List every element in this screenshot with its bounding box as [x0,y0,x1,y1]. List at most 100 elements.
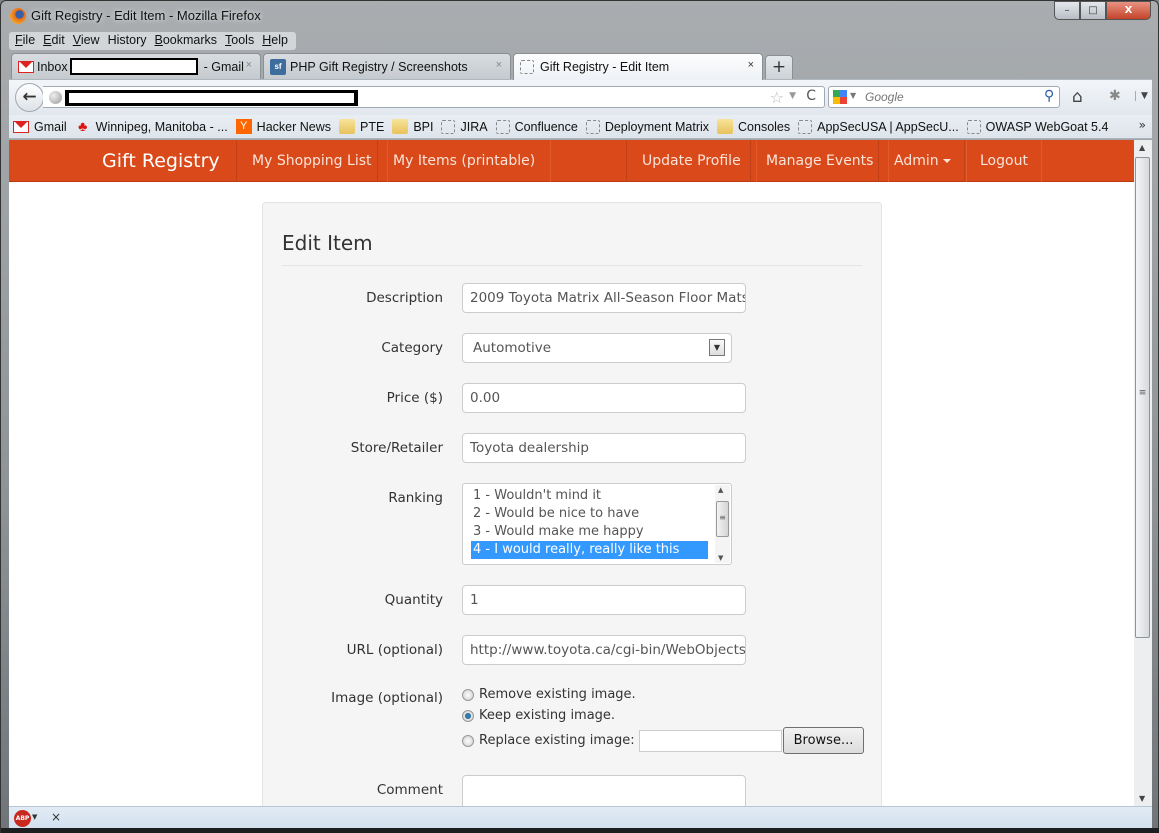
scroll-thumb[interactable]: ≡ [1135,157,1150,638]
tab-close-icon[interactable]: × [246,59,252,71]
bookmark-label: BPI [413,119,434,134]
nav-update-profile[interactable]: Update Profile [626,140,757,182]
gmail-icon [13,120,29,133]
bookmark-gmail[interactable]: Gmail [13,120,67,134]
redacted-email [69,58,198,75]
tab-screenshots[interactable]: sf PHP Gift Registry / Screenshots × [263,53,511,79]
dropdown-arrow-icon[interactable]: ▼ [709,339,725,356]
toolbar-menu-icon[interactable]: ▼ [1135,91,1148,101]
nav-admin-dropdown[interactable]: Admin [878,140,967,182]
remove-image-option[interactable]: Remove existing image. [462,687,636,702]
comment-label: Comment [376,782,443,798]
bookmark-folder-consoles[interactable]: Consoles [717,119,790,134]
bookmark-folder-pte[interactable]: PTE [339,119,384,134]
radio-button[interactable] [462,688,474,701]
nav-my-shopping-list[interactable]: My Shopping List [236,140,388,182]
adblock-dropdown-icon[interactable]: ▼ [32,813,37,821]
ranking-option-selected[interactable]: 4 - I would really, really like this [471,541,708,559]
reload-icon[interactable]: C [806,88,816,104]
bookmark-confluence[interactable]: Confluence [495,119,578,134]
category-select[interactable]: Automotive ▼ [462,333,732,363]
replace-image-option[interactable]: Replace existing image: Browse... [462,727,865,754]
url-history-dropdown-icon[interactable]: ▼ [789,91,796,101]
menu-tools[interactable]: Tools [222,32,259,50]
bookmark-folder-bpi[interactable]: BPI [392,119,433,134]
close-addon-bar-icon[interactable]: × [51,810,61,824]
addon-bar: ABP ▼ × [9,806,1152,828]
store-input[interactable]: Toyota dealership [462,433,746,463]
comment-textarea[interactable] [462,775,746,806]
bookmark-label: PTE [360,119,385,134]
tab-edit-item[interactable]: Gift Registry - Edit Item × [513,53,763,80]
nav-my-items[interactable]: My Items (printable) [377,140,552,182]
scroll-up-icon[interactable]: ▲ [718,486,723,494]
bookmark-winnipeg[interactable]: ♣ Winnipeg, Manitoba - ... [75,119,228,134]
category-label: Category [381,340,443,356]
description-input[interactable]: 2009 Toyota Matrix All-Season Floor Mats [462,283,746,313]
menu-help[interactable]: Help [259,32,293,50]
engine-dropdown-icon[interactable]: ▼ [850,91,856,100]
menu-bookmarks[interactable]: Bookmarks [152,32,223,50]
tab-strip: Inbox - Gmail × sf PHP Gift Registry / S… [11,53,793,80]
bookmark-webgoat[interactable]: OWASP WebGoat 5.4 [966,119,1108,134]
bookmarks-toolbar: Gmail ♣ Winnipeg, Manitoba - ... Y Hacker … [9,115,1152,139]
back-button[interactable]: ← [15,83,44,112]
nav-logout[interactable]: Logout [964,140,1042,182]
adblock-plus-icon[interactable]: ABP [14,810,31,827]
close-window-button[interactable]: X [1106,1,1151,20]
ranking-option[interactable]: 1 - Wouldn't mind it [471,487,708,505]
keep-image-option[interactable]: Keep existing image. [462,708,615,723]
ranking-option[interactable]: 3 - Would make me happy [471,523,708,541]
google-engine-icon[interactable] [833,90,847,104]
ranking-scrollbar[interactable]: ▲ ≡ ▼ [715,485,730,563]
search-box[interactable]: ▼ Google ⚲ [828,86,1060,108]
tab-gmail[interactable]: Inbox - Gmail × [11,53,261,79]
scroll-thumb[interactable]: ≡ [716,501,729,537]
menu-edit[interactable]: Edit [40,32,70,50]
store-label: Store/Retailer [350,440,443,456]
price-input[interactable]: 0.00 [462,383,746,413]
site-brand[interactable]: Gift Registry [102,150,220,172]
tab-close-icon[interactable]: × [748,59,754,71]
menu-history[interactable]: History [105,32,152,50]
nav-manage-events[interactable]: Manage Events [750,140,890,182]
url-input[interactable]: http://www.toyota.ca/cgi-bin/WebObjects/ [462,635,746,665]
bookmark-deployment-matrix[interactable]: Deployment Matrix [585,119,709,134]
menu-help-label: elp [271,33,288,47]
page-scrollbar[interactable]: ▲ ≡ ▼ [1134,140,1152,806]
scroll-down-icon[interactable]: ▼ [718,554,723,562]
scroll-up-icon[interactable]: ▲ [1139,143,1145,152]
bookmark-jira[interactable]: JIRA [441,119,488,134]
firebug-icon[interactable]: ✱ [1109,88,1121,104]
menu-view[interactable]: View [70,32,105,50]
quantity-input[interactable]: 1 [462,585,746,615]
radio-button[interactable] [462,734,474,747]
bookmark-appsecusa[interactable]: AppSecUSA | AppSecU... [798,119,959,134]
bookmark-star-icon[interactable]: ☆ [770,88,784,107]
browse-button[interactable]: Browse... [782,727,865,754]
replace-image-label: Replace existing image: [479,733,635,748]
menu-tools-label: ools [231,33,255,47]
bookmark-hacker-news[interactable]: Y Hacker News [235,119,331,134]
menu-file[interactable]: File [12,32,40,50]
search-placeholder: Google [865,90,904,104]
scroll-down-icon[interactable]: ▼ [1139,794,1145,803]
bookmark-label: Confluence [514,119,578,134]
radio-button-checked[interactable] [462,709,474,722]
url-bar[interactable]: ☆ ▼ C [43,86,825,108]
blank-page-icon [966,119,981,134]
blank-page-icon [585,119,600,134]
category-selected-value: Automotive [473,340,552,356]
bookmarks-overflow-chevron-icon[interactable]: » [1139,118,1146,132]
home-icon[interactable]: ⌂ [1072,87,1083,107]
menu-bar: File Edit View History Bookmarks Tools H… [9,32,296,50]
search-magnifier-icon[interactable]: ⚲ [1044,88,1054,104]
ranking-option[interactable]: 2 - Would be nice to have [471,505,708,523]
minimize-button[interactable]: – [1054,1,1080,20]
file-path-input[interactable] [638,729,782,752]
tab-close-icon[interactable]: × [496,59,502,71]
new-tab-button[interactable]: + [765,55,793,79]
maximize-button[interactable]: □ [1080,1,1106,20]
ranking-listbox[interactable]: 1 - Wouldn't mind it 2 - Would be nice t… [462,483,732,565]
menu-bookmarks-label: ookmarks [162,33,218,47]
